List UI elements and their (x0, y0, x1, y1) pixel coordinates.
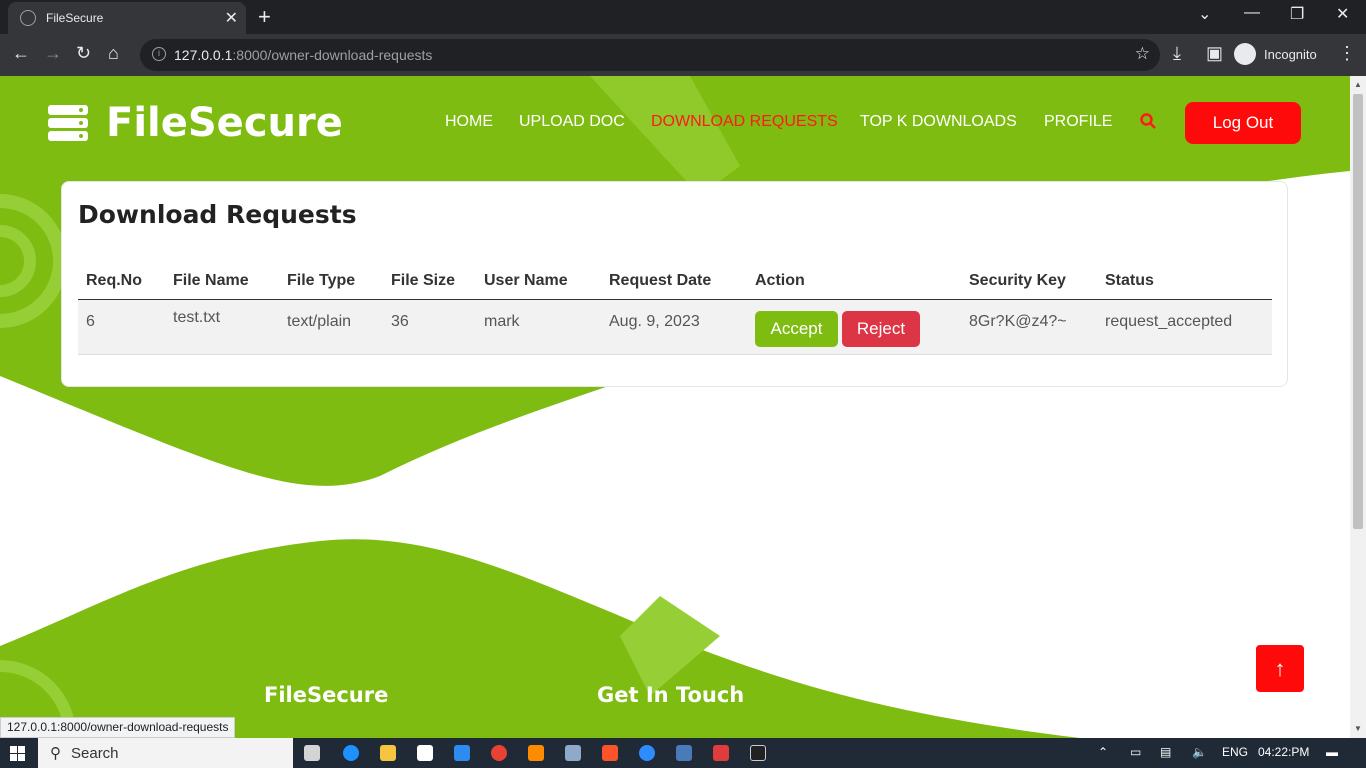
app-icon[interactable] (676, 745, 692, 761)
close-tab-icon[interactable]: ✕ (225, 8, 238, 28)
col-security-key: Security Key (969, 272, 1066, 289)
table-header: Req.No File Name File Type File Size Use… (78, 268, 1272, 300)
chevron-up-icon[interactable]: ⌃ (1098, 745, 1108, 759)
cell-file-type: text/plain (287, 313, 352, 330)
brand-name: FileSecure (106, 100, 343, 146)
language-indicator[interactable]: ENG (1222, 745, 1248, 759)
page-scrollbar[interactable]: ▲ ▼ (1350, 76, 1366, 738)
task-view-icon[interactable] (304, 745, 320, 761)
col-file-name: File Name (173, 272, 249, 289)
brave-icon[interactable] (602, 745, 618, 761)
col-user-name: User Name (484, 272, 568, 289)
windows-taskbar: ⚲ Search ⌃ ▭ ▤ 🔈 ENG 04:22:PM ▬ (0, 738, 1366, 768)
scroll-up-icon[interactable]: ▲ (1354, 80, 1362, 89)
cell-file-size: 36 (391, 313, 409, 330)
nav-profile[interactable]: PROFILE (1044, 113, 1112, 131)
logout-button[interactable]: Log Out (1185, 102, 1301, 144)
incognito-badge[interactable]: Incognito (1234, 43, 1317, 65)
home-icon[interactable]: ⌂ (108, 43, 119, 64)
scrollbar-thumb[interactable] (1353, 94, 1363, 529)
server-icon (48, 105, 88, 141)
cell-req-no: 6 (86, 313, 95, 330)
col-file-type: File Type (287, 272, 356, 289)
restore-button[interactable]: ❐ (1290, 4, 1304, 24)
download-icon[interactable]: ⤓ (1173, 43, 1181, 64)
nav-top-k-downloads[interactable]: TOP K DOWNLOADS (860, 113, 1017, 131)
nav-download-requests[interactable]: DOWNLOAD REQUESTS (651, 113, 838, 131)
page-viewport: FileSecure HOME UPLOAD DOC DOWNLOAD REQU… (0, 76, 1350, 738)
taskbar-search-label: Search (71, 744, 119, 762)
zoom-icon[interactable] (639, 745, 655, 761)
side-panel-icon[interactable]: ▣ (1206, 43, 1223, 64)
col-action: Action (755, 272, 805, 289)
minimize-button[interactable]: — (1244, 4, 1260, 22)
arrow-up-icon: ↑ (1274, 655, 1286, 681)
incognito-label: Incognito (1264, 46, 1317, 62)
footer-get-in-touch: Get In Touch (597, 683, 745, 707)
file-explorer-icon[interactable] (380, 745, 396, 761)
search-app-icon[interactable] (528, 745, 544, 761)
col-request-date: Request Date (609, 272, 712, 289)
edge-icon[interactable] (343, 745, 359, 761)
meet-icon[interactable]: ▭ (1130, 745, 1141, 759)
background-shapes (0, 76, 1350, 738)
clock[interactable]: 04:22:PM (1258, 745, 1309, 759)
tab-title: FileSecure (46, 11, 104, 25)
search-icon: ⚲ (50, 745, 61, 762)
network-icon[interactable]: ▤ (1160, 745, 1171, 759)
reload-icon[interactable]: ↻ (76, 43, 91, 64)
taskbar-search[interactable]: ⚲ Search (38, 738, 293, 768)
cell-status: request_accepted (1105, 313, 1233, 330)
browser-tab[interactable]: FileSecure ✕ (8, 2, 246, 34)
globe-icon (20, 10, 36, 26)
app-icon[interactable] (565, 745, 581, 761)
terminal-icon[interactable] (750, 745, 766, 761)
cell-security-key: 8Gr?K@z4?~ (969, 313, 1067, 330)
accept-button[interactable]: Accept (755, 311, 838, 347)
url-host: 127.0.0.1 (174, 47, 233, 63)
status-bar-url: 127.0.0.1:8000/owner-download-requests (0, 717, 236, 738)
app-icon[interactable] (417, 745, 433, 761)
scroll-down-icon[interactable]: ▼ (1354, 724, 1362, 733)
cell-user-name: mark (484, 313, 520, 330)
windows-start-icon[interactable] (10, 746, 25, 761)
cell-file-name: test.txt (173, 309, 221, 326)
back-icon[interactable]: ← (12, 43, 30, 64)
search-icon[interactable] (1140, 113, 1156, 129)
notification-icon[interactable]: ▬ (1326, 745, 1338, 759)
chrome-icon[interactable] (491, 745, 507, 761)
site-info-icon[interactable]: i (152, 47, 166, 61)
nav-home[interactable]: HOME (445, 113, 493, 131)
close-window-button[interactable]: ✕ (1336, 4, 1349, 24)
url-path: :8000/owner-download-requests (232, 47, 433, 63)
cell-request-date: Aug. 9, 2023 (609, 313, 700, 330)
incognito-icon (1234, 43, 1256, 65)
download-requests-card: Download Requests Req.No File Name File … (61, 181, 1288, 387)
address-bar[interactable]: i 127.0.0.1:8000/owner-download-requests… (140, 39, 1160, 71)
browser-toolbar: ← → ↻ ⌂ i 127.0.0.1:8000/owner-download-… (0, 34, 1366, 76)
forward-icon[interactable]: → (44, 43, 62, 64)
col-file-size: File Size (391, 272, 456, 289)
table-row: 6 test.txt text/plain 36 mark Aug. 9, 20… (78, 300, 1272, 355)
back-to-top-button[interactable]: ↑ (1256, 645, 1304, 692)
new-tab-button[interactable]: + (258, 4, 271, 30)
vscode-icon[interactable] (454, 745, 470, 761)
reject-button[interactable]: Reject (842, 311, 920, 347)
col-req-no: Req.No (86, 272, 142, 289)
app-icon[interactable] (713, 745, 729, 761)
volume-icon[interactable]: 🔈 (1192, 745, 1207, 759)
brand-logo[interactable]: FileSecure (48, 100, 343, 146)
bookmark-star-icon[interactable]: ☆ (1135, 44, 1150, 64)
browser-tab-strip: FileSecure ✕ + ⌄ — ❐ ✕ (0, 0, 1366, 34)
col-status: Status (1105, 272, 1154, 289)
footer-brand: FileSecure (264, 683, 389, 707)
page-title: Download Requests (78, 200, 357, 229)
tab-search-icon[interactable]: ⌄ (1198, 4, 1211, 24)
menu-icon[interactable]: ⋮ (1338, 43, 1356, 64)
nav-upload-doc[interactable]: UPLOAD DOC (519, 113, 625, 131)
